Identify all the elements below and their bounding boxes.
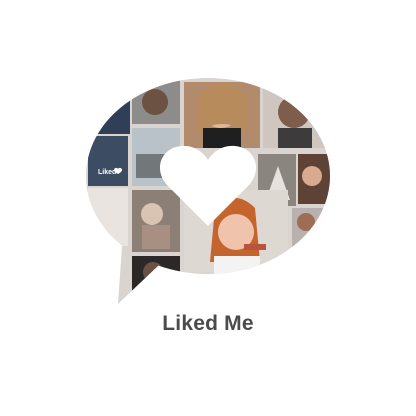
liked-me-badge[interactable]: Liked <box>0 0 416 416</box>
liked-me-screen: Liked Liked Me <box>0 0 416 416</box>
photo-tile <box>88 136 128 186</box>
liked-me-caption[interactable]: Liked Me <box>0 312 416 336</box>
photo-tile <box>88 80 130 134</box>
liked-tile-label: Liked <box>98 169 116 176</box>
photo-tile <box>88 188 128 246</box>
